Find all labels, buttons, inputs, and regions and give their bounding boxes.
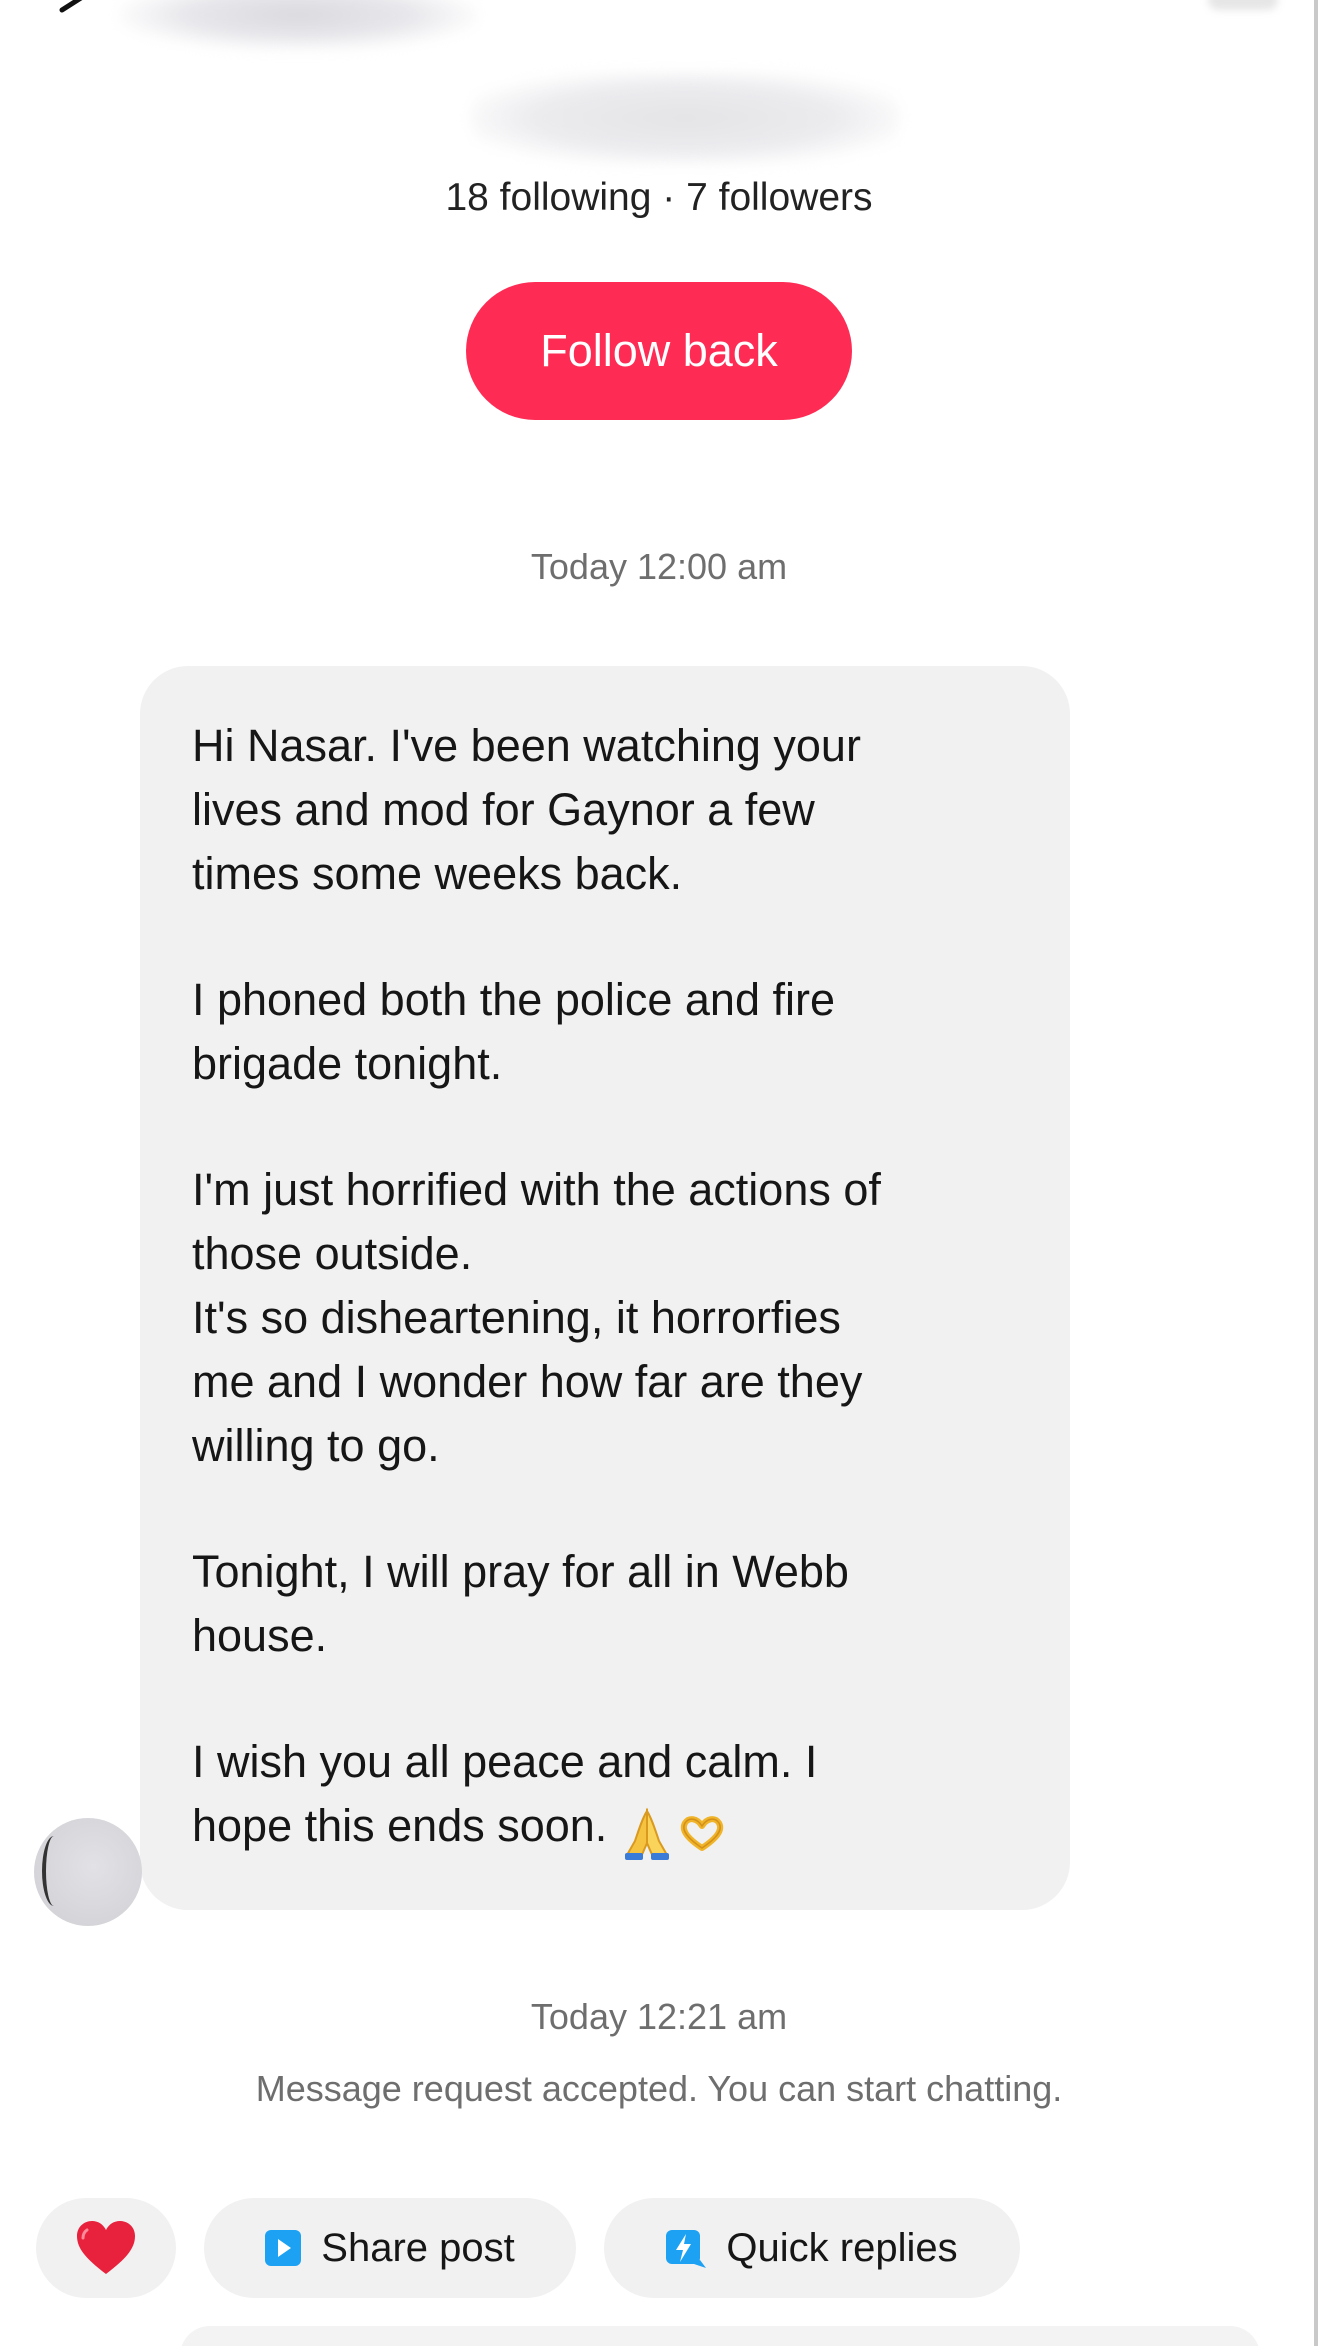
message-paragraph: Hi Nasar. I've been watching your lives … [192, 720, 861, 899]
heart-reaction-button[interactable] [36, 2198, 176, 2298]
message-timestamp: Today 12:00 am [530, 546, 788, 587]
screen-edge [1314, 0, 1318, 2346]
quick-replies-label: Quick replies [726, 2225, 958, 2270]
back-arrow-icon[interactable] [48, 0, 88, 24]
quick-replies-button[interactable]: Quick replies [604, 2198, 1020, 2298]
follow-stats: 18 following · 7 followers [445, 176, 873, 219]
message-bubble[interactable]: Hi Nasar. I've been watching your lives … [140, 666, 1070, 1910]
message-paragraph: I'm just horrified with the actions of t… [192, 1164, 881, 1471]
share-post-button[interactable]: Share post [204, 2198, 576, 2298]
message-input-bar[interactable] [180, 2326, 1260, 2346]
message-timestamp: Today 12:21 am [530, 1996, 788, 2037]
message-last-paragraph-wrap: I wish you all peace and calm. I hope th… [192, 1730, 1018, 1866]
follow-back-button[interactable]: Follow back [466, 282, 852, 420]
blurred-menu [1208, 0, 1278, 10]
play-icon [265, 2230, 302, 2266]
blurred-profile-header [118, 0, 478, 50]
chat-screen: 18 following · 7 followers Follow back T… [0, 0, 1318, 2346]
lightning-icon [666, 2228, 707, 2268]
folded-hands-icon [621, 1807, 673, 1866]
share-post-label: Share post [321, 2225, 515, 2270]
quick-action-row: Share post Quick replies [0, 2198, 1318, 2298]
message-paragraph: I phoned both the police and fire brigad… [192, 974, 835, 1089]
heart-hands-icon [677, 1814, 727, 1859]
message-paragraph: Tonight, I will pray for all in Webb hou… [192, 1546, 849, 1661]
request-accepted-note: Message request accepted. You can start … [255, 2068, 1063, 2109]
heart-icon [77, 2221, 135, 2274]
sender-avatar[interactable] [34, 1818, 142, 1926]
blurred-username [470, 72, 900, 164]
